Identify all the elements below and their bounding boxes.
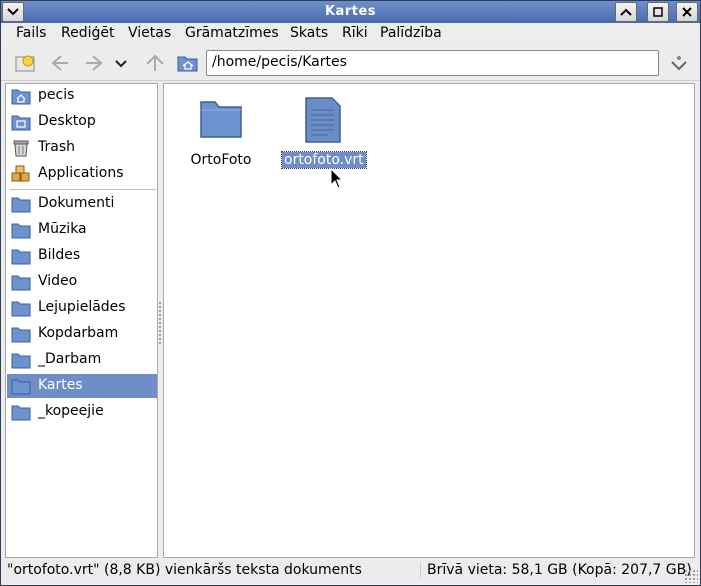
folder-icon (11, 249, 31, 265)
places-sidebar: pecis Desktop Trash Applications Dokumen… (5, 83, 158, 558)
file-item-ortofoto-vrt[interactable]: ortofoto.vrt (281, 96, 367, 169)
sidebar-item-video[interactable]: Video (7, 270, 157, 294)
file-manager-window: Kartes Fails Rediģēt Vietas Grāmatzīmes … (0, 0, 701, 586)
sidebar-item-muzika[interactable]: Mūzika (7, 218, 157, 242)
sidebar-item-label: pecis (38, 87, 75, 103)
maximize-button[interactable] (647, 2, 669, 22)
sidebar-item-label: Mūzika (38, 221, 87, 237)
up-button[interactable] (142, 51, 168, 75)
trash-icon (13, 140, 29, 157)
sidebar-item-dokumenti[interactable]: Dokumenti (7, 192, 157, 216)
toolbar: /home/pecis/Kartes (1, 45, 700, 81)
forward-arrow-icon (86, 55, 103, 71)
back-button[interactable] (47, 51, 73, 75)
folder-icon (11, 379, 31, 395)
sidebar-separator (10, 189, 156, 190)
sidebar-item-label: Trash (38, 139, 75, 155)
file-name: OrtoFoto (190, 152, 252, 168)
sidebar-item-label: Lejupielādes (38, 299, 126, 315)
location-toggle-icon (671, 56, 687, 71)
window-title: Kartes (324, 4, 377, 19)
free-space-status: Brīvā vieta: 58,1 GB (Kopā: 207,7 GB) (420, 562, 692, 578)
sidebar-item-label: _Darbam (38, 351, 102, 367)
back-arrow-icon (51, 55, 68, 71)
home-folder-icon (11, 89, 31, 105)
new-folder-button[interactable] (13, 51, 39, 75)
sidebar-item-label: Desktop (38, 113, 96, 129)
folder-icon (11, 327, 31, 343)
menu-bookmarks[interactable]: Grāmatzīmes (183, 25, 281, 41)
sidebar-item-home[interactable]: pecis (7, 84, 157, 108)
folder-icon (11, 405, 31, 421)
sidebar-item-label: Kopdarbam (38, 325, 119, 341)
folder-icon (11, 223, 31, 239)
file-name: ortofoto.vrt (281, 151, 367, 169)
forward-button[interactable] (81, 51, 107, 75)
location-bar-input[interactable]: /home/pecis/Kartes (206, 50, 659, 76)
file-view[interactable]: OrtoFoto ortofoto.vrt (163, 83, 695, 558)
sidebar-item-label: Kartes (38, 377, 83, 393)
folder-icon (11, 275, 31, 291)
folder-icon (11, 301, 31, 317)
home-button[interactable] (175, 51, 201, 75)
sidebar-item-label: Bildes (38, 247, 81, 263)
shade-button[interactable] (615, 2, 637, 22)
menu-places[interactable]: Vietas (126, 25, 173, 41)
sidebar-item-desktop[interactable]: Desktop (7, 110, 157, 134)
sidebar-item-kartes[interactable]: Kartes (7, 374, 157, 398)
text-file-icon (305, 97, 341, 143)
sidebar-item-kopeejie[interactable]: _kopeejie (7, 400, 157, 424)
sidebar-item-bildes[interactable]: Bildes (7, 244, 157, 268)
menu-edit[interactable]: Rediģēt (59, 25, 116, 41)
sidebar-item-trash[interactable]: Trash (7, 136, 157, 160)
applications-icon (11, 165, 30, 182)
new-folder-icon (15, 55, 35, 72)
sidebar-item-label: Applications (38, 165, 124, 181)
chevron-up-icon (620, 8, 632, 16)
title-bar[interactable]: Kartes (1, 1, 700, 23)
chevron-down-icon (115, 60, 127, 68)
close-button[interactable] (676, 2, 698, 22)
sidebar-item-kopdarbam[interactable]: Kopdarbam (7, 322, 157, 346)
mouse-pointer-icon (330, 168, 344, 189)
home-folder-icon (177, 56, 198, 72)
folder-icon (11, 353, 31, 369)
pane-resize-handle[interactable] (158, 301, 162, 346)
menu-view[interactable]: Skats (288, 25, 330, 41)
selection-status: "ortofoto.vrt" (8,8 KB) vienkāršs teksta… (7, 562, 362, 578)
sidebar-item-darbam[interactable]: _Darbam (7, 348, 157, 372)
sidebar-item-label: Dokumenti (38, 195, 115, 211)
sidebar-item-applications[interactable]: Applications (7, 162, 157, 186)
menu-help[interactable]: Palīdzība (378, 25, 444, 41)
close-icon (682, 7, 692, 17)
sidebar-item-label: Video (38, 273, 78, 289)
desktop-icon (11, 115, 31, 131)
up-arrow-icon (146, 54, 164, 71)
history-dropdown-button[interactable] (111, 51, 131, 75)
sidebar-item-lejupielades[interactable]: Lejupielādes (7, 296, 157, 320)
menu-tools[interactable]: Rīki (340, 25, 370, 41)
maximize-icon (653, 7, 663, 17)
menu-file[interactable]: Fails (14, 25, 48, 41)
folder-icon (200, 101, 242, 138)
sidebar-item-label: _kopeejie (38, 403, 104, 419)
folder-icon (11, 197, 31, 213)
window-resize-grip[interactable] (684, 569, 698, 583)
file-item-ortofoto-folder[interactable]: OrtoFoto (181, 96, 261, 168)
toggle-location-button[interactable] (666, 51, 692, 75)
menu-bar: Fails Rediģēt Vietas Grāmatzīmes Skats R… (1, 23, 700, 45)
status-bar: "ortofoto.vrt" (8,8 KB) vienkāršs teksta… (1, 560, 700, 585)
